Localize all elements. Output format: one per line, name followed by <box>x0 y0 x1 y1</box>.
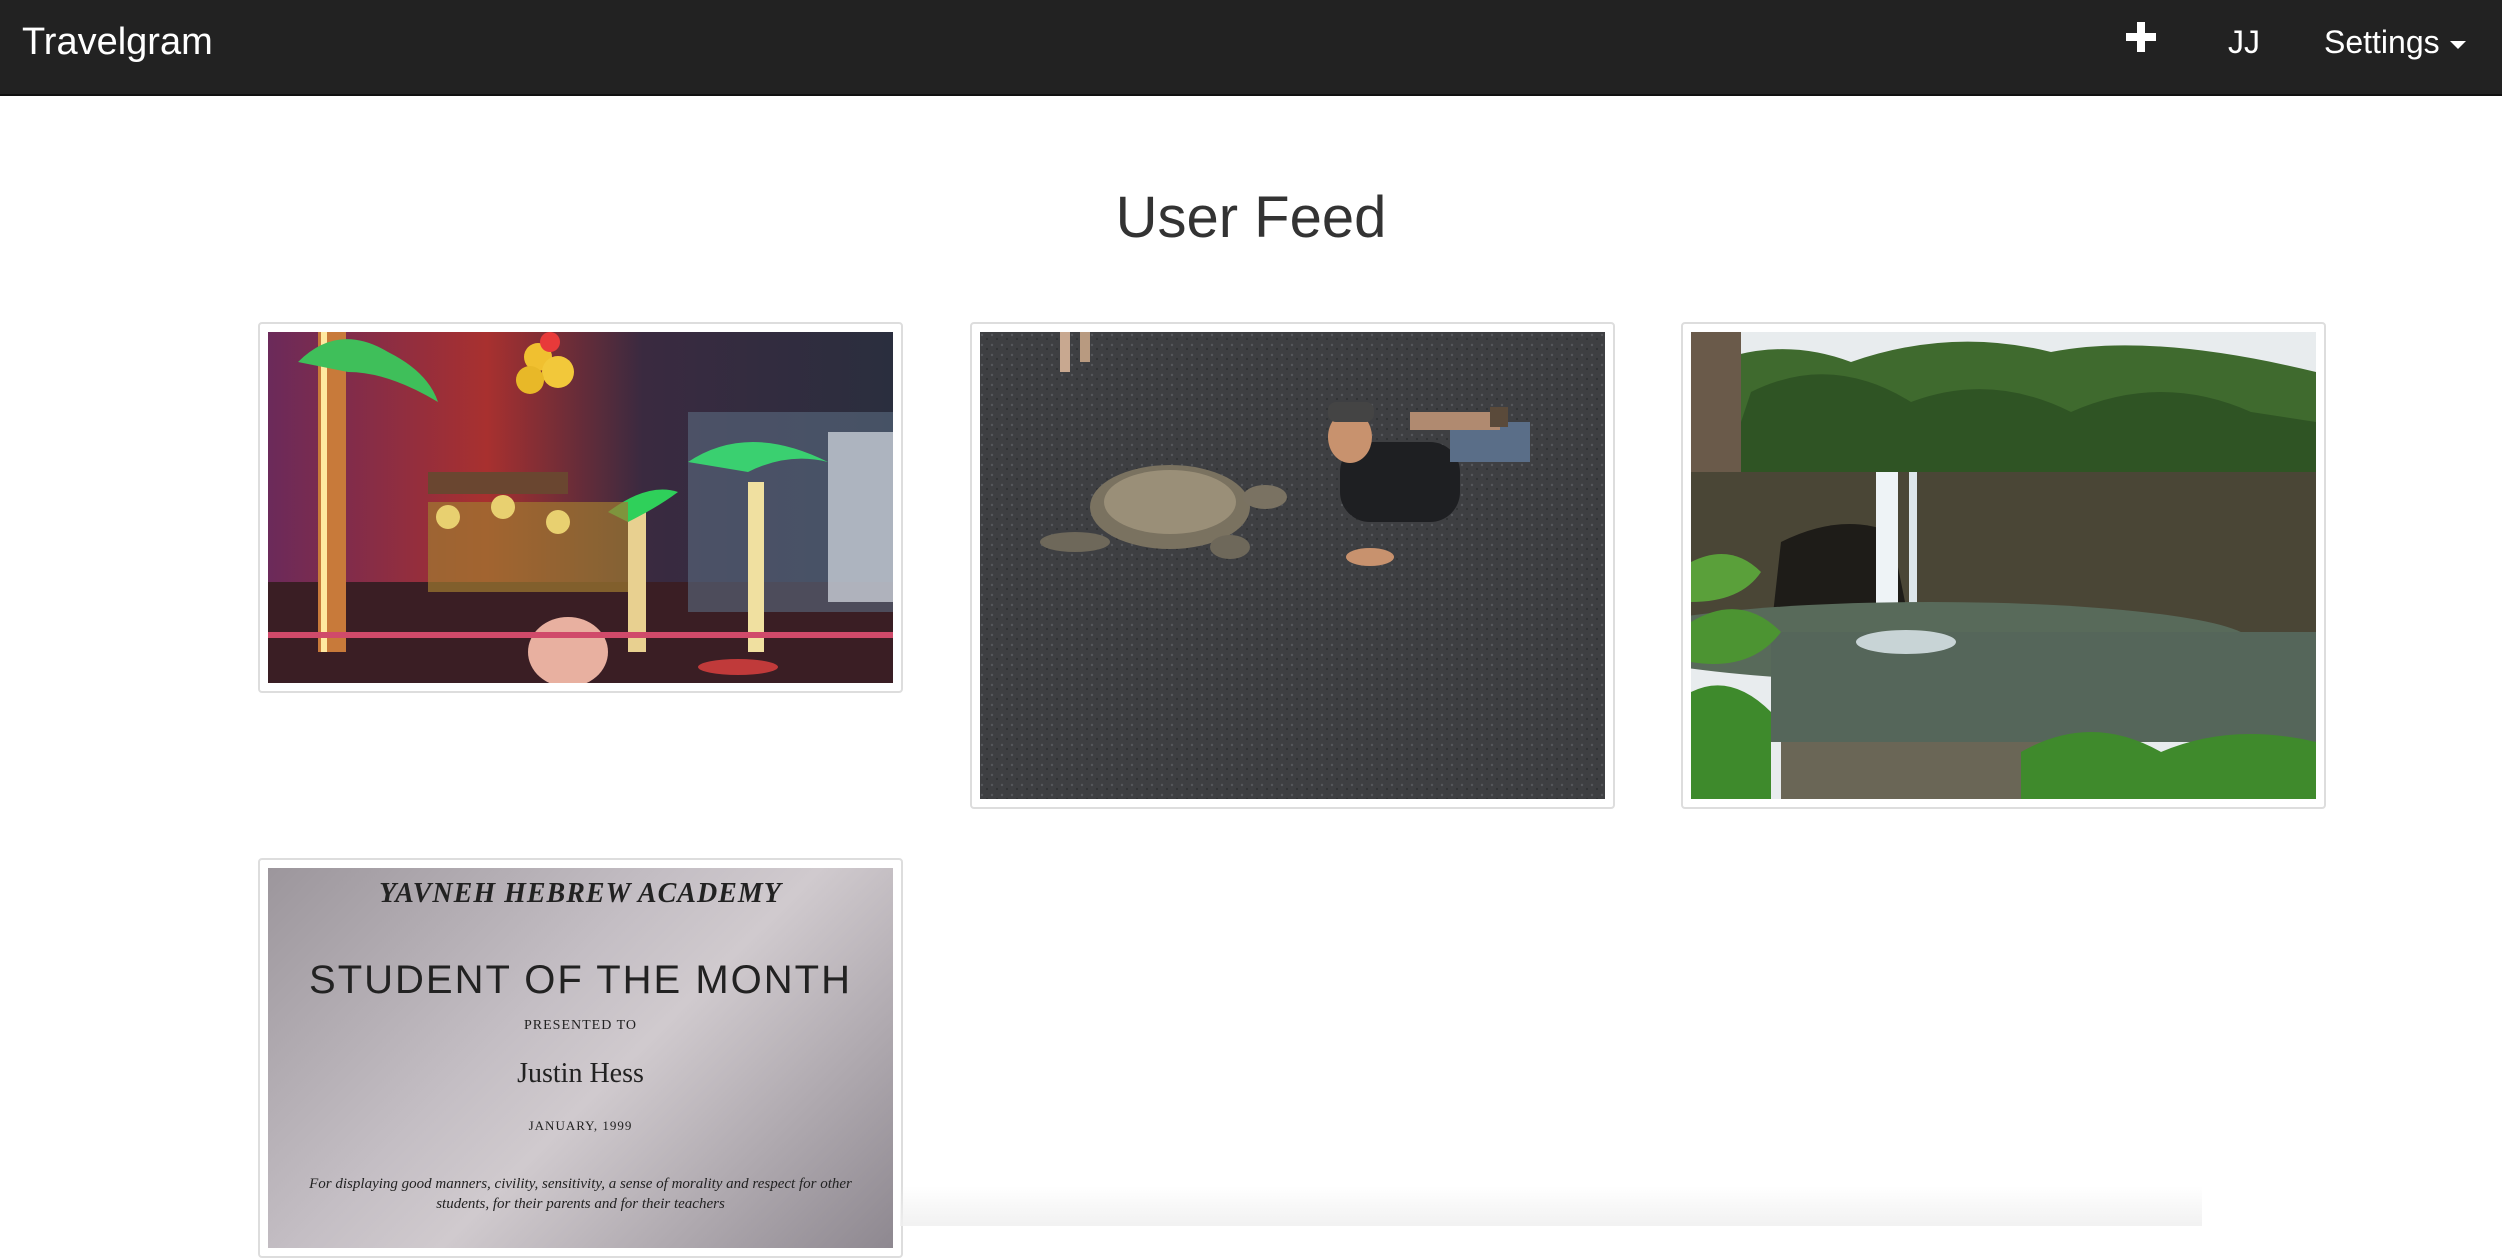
scroll-shadow <box>900 1186 2202 1226</box>
feed-post-1[interactable] <box>258 322 903 693</box>
feed-post-3[interactable] <box>1681 322 2326 809</box>
post-image[interactable] <box>268 332 893 683</box>
feed-post-2[interactable] <box>970 322 1615 809</box>
certificate-school: YAVNEH HEBREW ACADEMY <box>379 878 782 909</box>
post-image[interactable] <box>1691 332 2316 799</box>
certificate-line-1: For displaying good manners, civility, s… <box>309 1176 852 1192</box>
navbar: Travelgram JJ Settings <box>0 0 2502 96</box>
certificate-date: JANUARY, 1999 <box>528 1118 633 1133</box>
certificate-name: Justin Hess <box>517 1058 644 1089</box>
post-image[interactable]: YAVNEH HEBREW ACADEMY STUDENT OF THE MON… <box>268 868 893 1248</box>
certificate-presented: PRESENTED TO <box>524 1018 637 1033</box>
settings-dropdown[interactable]: Settings <box>2324 18 2466 66</box>
user-profile-link[interactable]: JJ <box>2228 18 2260 66</box>
post-image[interactable] <box>980 332 1605 799</box>
brand-link[interactable]: Travelgram <box>22 18 213 66</box>
certificate-heading: STUDENT OF THE MONTH <box>309 958 852 1002</box>
add-post-button[interactable] <box>2124 14 2158 67</box>
settings-label: Settings <box>2324 24 2440 60</box>
feed-post-4[interactable]: YAVNEH HEBREW ACADEMY STUDENT OF THE MON… <box>258 858 903 1258</box>
page-title: User Feed <box>1115 185 1387 250</box>
certificate-line-2: students, for their parents and for thei… <box>436 1196 725 1212</box>
plus-icon <box>2126 22 2156 52</box>
caret-down-icon <box>2449 40 2466 49</box>
